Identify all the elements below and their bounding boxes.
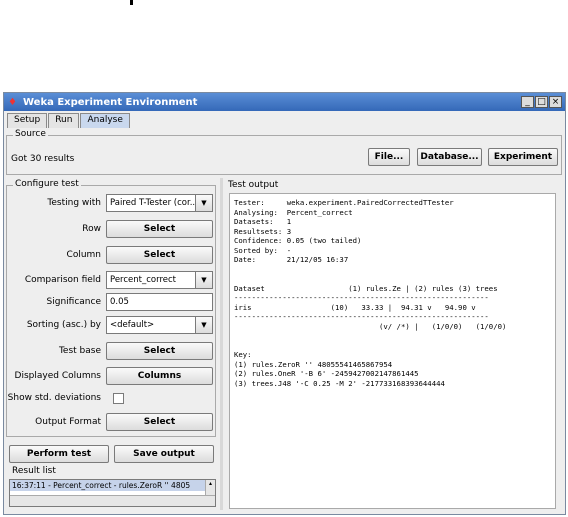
result-list-hscroll[interactable]: [10, 495, 215, 506]
testing-with-value: Paired T-Tester (cor...: [110, 198, 198, 208]
file-button[interactable]: File...: [368, 148, 410, 166]
columns-button[interactable]: Columns: [106, 367, 213, 385]
close-button[interactable]: ×: [549, 96, 562, 108]
tab-analyse[interactable]: Analyse: [80, 113, 130, 128]
minimize-button[interactable]: _: [521, 96, 534, 108]
panel-splitter[interactable]: [220, 178, 223, 510]
chevron-down-icon: ▼: [195, 317, 212, 333]
list-item[interactable]: 16:37:11 - Percent_correct - rules.ZeroR…: [10, 480, 206, 491]
output-format-select-button[interactable]: Select: [106, 413, 213, 431]
title-bar: ♦ Weka Experiment Environment _ □ ×: [4, 93, 565, 111]
top-mark: [130, 0, 133, 5]
comparison-field-label: Comparison field: [24, 275, 101, 285]
chevron-down-icon: ▼: [195, 195, 212, 211]
show-std-label: Show std. deviations: [7, 393, 101, 403]
source-panel: Source Got 30 results File... Database..…: [6, 129, 562, 175]
sorting-select[interactable]: <default> ▼: [106, 316, 213, 334]
sorting-value: <default>: [110, 320, 155, 330]
source-label: Source: [13, 129, 48, 139]
maximize-button[interactable]: □: [535, 96, 548, 108]
result-list-label: Result list: [12, 466, 56, 476]
sorting-label: Sorting (asc.) by: [26, 320, 101, 330]
tab-bar: Setup Run Analyse: [4, 111, 565, 128]
tab-setup[interactable]: Setup: [7, 113, 48, 128]
comparison-field-select[interactable]: Percent_correct ▼: [106, 271, 213, 289]
test-base-select-button[interactable]: Select: [106, 342, 213, 360]
test-base-label: Test base: [58, 346, 101, 356]
experiment-button[interactable]: Experiment: [488, 148, 558, 166]
result-list-vscroll[interactable]: ▴: [205, 480, 215, 495]
test-output-label: Test output: [228, 180, 279, 190]
test-output-text: Tester: weka.experiment.PairedCorrectedT…: [229, 193, 556, 509]
save-output-button[interactable]: Save output: [114, 445, 214, 463]
comparison-field-value: Percent_correct: [110, 275, 176, 285]
row-select-button[interactable]: Select: [106, 220, 213, 238]
configure-test-label: Configure test: [13, 179, 81, 189]
perform-test-button[interactable]: Perform test: [9, 445, 109, 463]
significance-label: Significance: [46, 297, 101, 307]
significance-input[interactable]: 0.05: [106, 293, 213, 311]
experiment-window: ♦ Weka Experiment Environment _ □ × Setu…: [3, 92, 566, 515]
show-std-checkbox[interactable]: [113, 393, 124, 404]
column-label: Column: [66, 250, 101, 260]
source-status: Got 30 results: [11, 154, 75, 164]
database-button[interactable]: Database...: [417, 148, 482, 166]
tab-run[interactable]: Run: [48, 113, 80, 128]
testing-with-select[interactable]: Paired T-Tester (cor... ▼: [106, 194, 213, 212]
chevron-down-icon: ▼: [195, 272, 212, 288]
column-select-button[interactable]: Select: [106, 246, 213, 264]
configure-test-panel: Configure test Testing with Paired T-Tes…: [6, 179, 216, 437]
row-label: Row: [82, 224, 101, 234]
testing-with-label: Testing with: [47, 198, 101, 208]
output-format-label: Output Format: [35, 417, 101, 427]
window-title: Weka Experiment Environment: [23, 96, 198, 108]
result-list[interactable]: 16:37:11 - Percent_correct - rules.ZeroR…: [9, 479, 216, 507]
weka-bird-icon: ♦: [8, 96, 17, 108]
displayed-columns-label: Displayed Columns: [14, 371, 101, 381]
